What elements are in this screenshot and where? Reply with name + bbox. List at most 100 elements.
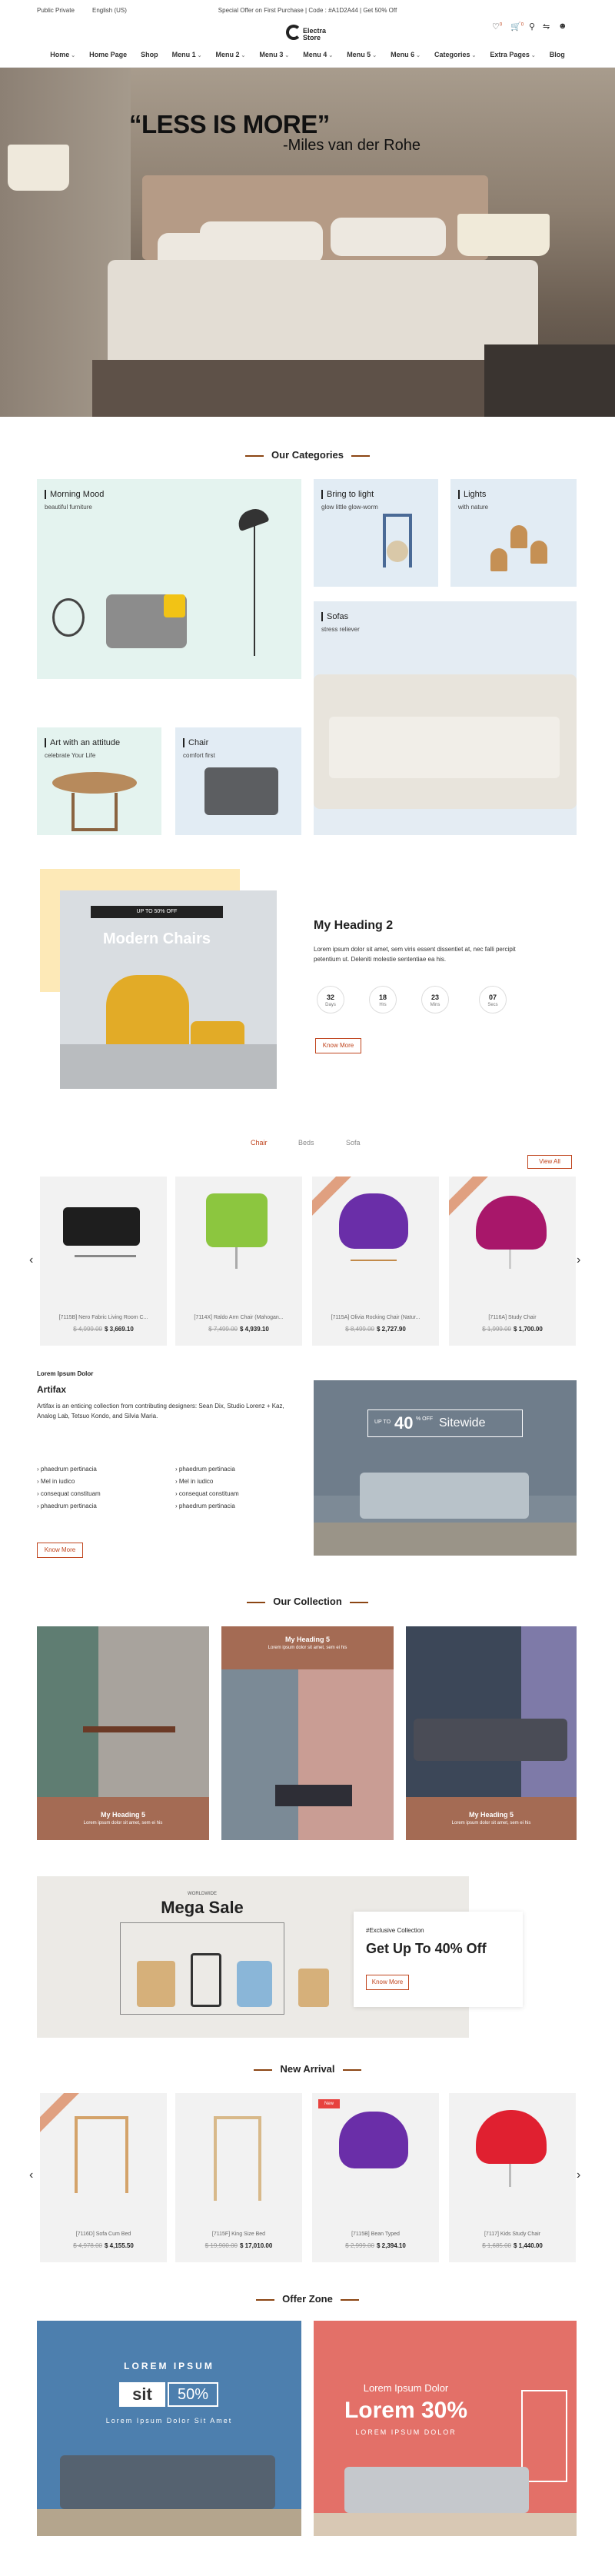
artifax-text: Artifax is an enticing collection from c… bbox=[37, 1403, 284, 1419]
collection-caption: My Heading 5 Lorem ipsum dolor sit amet,… bbox=[37, 1797, 209, 1840]
category-subtitle: glow little glow-worm bbox=[321, 504, 378, 511]
product-image bbox=[339, 2112, 408, 2168]
product-card[interactable]: [7117] Kids Study Chair $ 1,685.00 $ 1,44… bbox=[449, 2093, 576, 2262]
product-image bbox=[476, 1196, 547, 1250]
category-title: Bring to light bbox=[321, 490, 374, 499]
category-title: Art with an attitude bbox=[45, 738, 120, 747]
list-item: › Mel in iudico bbox=[37, 1478, 75, 1485]
wishlist-icon[interactable]: ♡0 bbox=[492, 22, 502, 32]
product-name: [7115F] King Size Bed bbox=[211, 2232, 266, 2237]
menu-item[interactable]: Shop bbox=[141, 51, 158, 58]
product-card[interactable]: [7114X] Raldo Arm Chair (Mahogan... $ 7,… bbox=[175, 1177, 302, 1346]
product-card[interactable]: New [7115B] Bean Typed $ 2,999.00 $ 2,394… bbox=[312, 2093, 439, 2262]
category-tile[interactable]: Bring to light glow little glow-worm bbox=[314, 479, 438, 587]
menu-item[interactable]: Menu 3 ⌄ bbox=[259, 51, 289, 58]
mega-title: Mega Sale bbox=[161, 1898, 244, 1917]
prev-arrow-icon[interactable]: ‹ bbox=[29, 2168, 33, 2182]
category-tile[interactable]: Art with an attitude celebrate Your Life bbox=[37, 727, 161, 835]
chair-image bbox=[237, 1961, 272, 2007]
product-image bbox=[339, 1193, 408, 1249]
menu-item[interactable]: Menu 1 ⌄ bbox=[172, 51, 202, 58]
menu-item[interactable]: Menu 4 ⌄ bbox=[303, 51, 333, 58]
collection-caption: My Heading 5 Lorem ipsum dolor sit amet,… bbox=[221, 1626, 394, 1669]
product-price: $ 19,900.00 $ 17,010.00 bbox=[204, 2242, 273, 2249]
offer-headline: Lorem 30% bbox=[344, 2398, 468, 2423]
promo-heading: My Heading 2 bbox=[314, 919, 394, 932]
new-badge: New bbox=[318, 2099, 340, 2108]
sitewide-label: UP TO 40 % OFF Sitewide bbox=[367, 1409, 523, 1437]
menu-item[interactable]: Home Page bbox=[89, 51, 127, 58]
rug bbox=[60, 1044, 277, 1089]
compare-icon[interactable]: ⇋ bbox=[543, 22, 550, 32]
view-all-button[interactable]: View All bbox=[527, 1155, 572, 1169]
next-arrow-icon[interactable]: › bbox=[577, 1253, 580, 1267]
menu-item[interactable]: Extra Pages ⌄ bbox=[490, 51, 535, 58]
cart-icon[interactable]: 🛒0 bbox=[510, 22, 524, 32]
collection-wall bbox=[221, 1669, 298, 1840]
tab-chair[interactable]: Chair bbox=[251, 1139, 268, 1147]
stool-legs bbox=[71, 793, 118, 831]
category-tile[interactable]: Chair comfort first bbox=[175, 727, 301, 835]
product-card[interactable]: [7115B] Nero Fabric Living Room C... $ 4… bbox=[40, 1177, 167, 1346]
collection-image[interactable] bbox=[221, 1669, 394, 1840]
product-name: [7116A] Study Chair bbox=[488, 1315, 537, 1320]
bullet-list-left: › phaedrum pertinacia › Mel in iudico › … bbox=[37, 1466, 101, 1515]
tab-sofa[interactable]: Sofa bbox=[346, 1139, 361, 1147]
product-card[interactable]: [7116D] Sofa Cum Bed $ 4,978.00 $ 4,155.5… bbox=[40, 2093, 167, 2262]
menu-item[interactable]: Home ⌄ bbox=[50, 51, 75, 58]
offer-banner-left[interactable]: LOREM IPSUM sit 50% Lorem Ipsum Dolor Si… bbox=[37, 2321, 301, 2536]
collection-image[interactable] bbox=[37, 1626, 209, 1797]
product-stem bbox=[509, 1250, 511, 1269]
list-item: › phaedrum pertinacia bbox=[175, 1503, 235, 1509]
category-tile[interactable]: Lights with nature bbox=[450, 479, 577, 587]
next-arrow-icon[interactable]: › bbox=[577, 2168, 580, 2182]
prev-arrow-icon[interactable]: ‹ bbox=[29, 1253, 33, 1267]
list-item: › phaedrum pertinacia bbox=[37, 1466, 97, 1473]
product-price: $ 4,999.00 $ 3,669.10 bbox=[73, 1326, 134, 1333]
product-stem bbox=[235, 1247, 238, 1269]
product-name: [7115B] Bean Typed bbox=[351, 2232, 400, 2237]
hero-banner[interactable]: “LESS IS MORE” -Miles van der Rohe bbox=[0, 68, 615, 417]
list-item: › consequat constituam bbox=[37, 1490, 101, 1497]
product-card[interactable]: [7115F] King Size Bed $ 19,900.00 $ 17,01… bbox=[175, 2093, 302, 2262]
promo-image[interactable]: UP TO 50% OFF Modern Chairs bbox=[60, 890, 277, 1089]
site-logo[interactable]: Electra Store bbox=[286, 23, 329, 45]
category-tile[interactable]: Morning Mood beautiful furniture bbox=[37, 479, 301, 679]
product-image bbox=[206, 1193, 268, 1247]
main-menu: Home ⌄ Home Page Shop Menu 1 ⌄ Menu 2 ⌄ Men… bbox=[0, 51, 615, 58]
product-name: [7116D] Sofa Cum Bed bbox=[75, 2232, 131, 2237]
offer-percent: 50% bbox=[168, 2382, 218, 2407]
bulb-image bbox=[387, 541, 408, 562]
sofa-image bbox=[60, 2455, 275, 2509]
sitewide-banner[interactable]: UP TO 40 % OFF Sitewide bbox=[314, 1380, 577, 1556]
search-icon[interactable]: ⚲ bbox=[529, 22, 535, 32]
collection-image[interactable] bbox=[406, 1626, 577, 1797]
menu-item[interactable]: Menu 2 ⌄ bbox=[216, 51, 246, 58]
know-more-button[interactable]: Know More bbox=[366, 1975, 409, 1990]
user-icon[interactable]: ☻ bbox=[558, 22, 567, 31]
stool-image bbox=[52, 772, 137, 794]
bullet-list-right: › phaedrum pertinacia › Mel in iudico › … bbox=[175, 1466, 239, 1515]
know-more-button[interactable]: Know More bbox=[315, 1038, 361, 1053]
offer-floor bbox=[37, 2509, 301, 2536]
product-card[interactable]: [7115A] Olivia Rocking Chair (Natur... $… bbox=[312, 1177, 439, 1346]
menu-item[interactable]: Categories ⌄ bbox=[434, 51, 476, 58]
know-more-button[interactable]: Know More bbox=[37, 1543, 83, 1558]
tab-beds[interactable]: Beds bbox=[298, 1139, 314, 1147]
category-tile[interactable]: Sofas stress reliever bbox=[314, 601, 577, 835]
mega-kicker: #Exclusive Collection bbox=[366, 1927, 424, 1934]
menu-item[interactable]: Menu 5 ⌄ bbox=[347, 51, 377, 58]
offer-banner-right[interactable]: Lorem Ipsum Dolor Lorem 30% LOREM IPSUM … bbox=[314, 2321, 577, 2536]
menu-item[interactable]: Menu 6 ⌄ bbox=[391, 51, 421, 58]
product-card[interactable]: [7116A] Study Chair $ 1,999.00 $ 1,700.00 bbox=[449, 1177, 576, 1346]
product-image bbox=[63, 1207, 140, 1246]
product-legs bbox=[351, 1260, 397, 1261]
collection-wall bbox=[98, 1626, 209, 1797]
product-price: $ 1,685.00 $ 1,440.00 bbox=[482, 2242, 543, 2249]
bed-image bbox=[108, 260, 538, 375]
category-subtitle: with nature bbox=[458, 504, 489, 511]
product-name: [7117] Kids Study Chair bbox=[484, 2232, 541, 2237]
pillow-image bbox=[331, 218, 446, 256]
menu-item[interactable]: Blog bbox=[550, 51, 565, 58]
sofa-seat bbox=[329, 717, 560, 778]
